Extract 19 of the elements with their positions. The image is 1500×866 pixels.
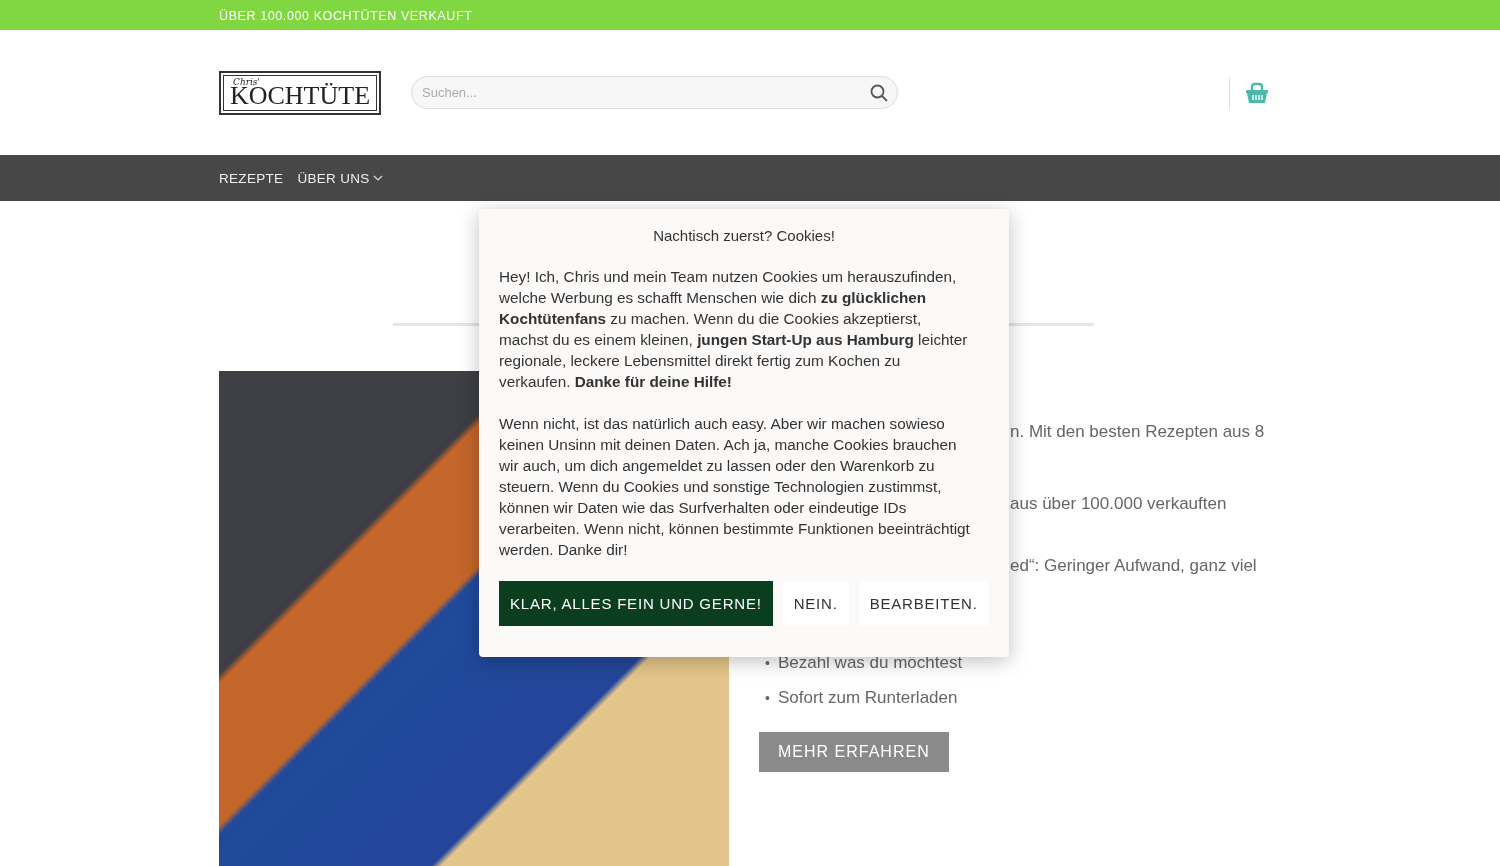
dialog-title: Nachtisch zuerst? Cookies! — [652, 227, 836, 244]
logo[interactable]: Chris' KOCHTÜTE — [219, 70, 381, 115]
search-icon[interactable] — [870, 84, 888, 102]
consent-button[interactable]: NEIN. — [782, 581, 849, 626]
consent-button[interactable]: BEARBEITEN. — [858, 581, 989, 626]
body-text: n. Mit den besten Rezepten aus 8 — [1010, 421, 1265, 443]
bullet-marker: • — [765, 654, 770, 673]
dialog-text: Hey! Ich, Chris und mein Team nutzen Cookies um herauszufinden, welche Werbung es schafft Menschen wie dich zu glücklichen Kochtütenfans zu machen. Wenn du die Cookies akzeptierst, machst du es einem kleinen, jungen Start-Up aus Hamburg leichter regionale, leckere Lebensmittel direkt fertig zum Kochen zu verkaufen. Danke für deine Hilfe! — [499, 267, 969, 392]
list-item: Sofort zum Runterladen — [777, 687, 958, 709]
bullet-marker: • — [765, 689, 770, 708]
promo-text: ÜBER 100.000 KOCHTÜTEN VERKAUFT — [219, 9, 473, 23]
search-field[interactable]: Suchen... — [411, 76, 898, 109]
nav-link[interactable]: ÜBER UNS — [297, 170, 383, 186]
chevron-down-icon — [372, 175, 383, 181]
body-text: aus über 100.000 verkauften — [1010, 493, 1227, 515]
nav-link[interactable]: REZEPTE — [219, 170, 284, 186]
dialog-text: Wenn nicht, ist das natürlich auch easy. Aber wir machen sowieso keinen Unsinn mit deinen Daten. Ach ja, manche Cookies brauchen wir auch, um dich angemeldet zu lassen oder den Warenkorb zu steuern. Wenn du Cookies und sonstige Technologien zustimmst, können wir Daten wie das Surfverhalten oder eindeutige IDs verarbeiten. Wenn nicht, können bestimmte Funktionen beeinträchtigt werden. Danke dir! — [499, 414, 971, 560]
consent-button[interactable]: KLAR, ALLES FEIN UND GERNE! — [499, 581, 773, 626]
body-text: ed“: Geringer Aufwand, ganz viel — [1010, 555, 1257, 577]
